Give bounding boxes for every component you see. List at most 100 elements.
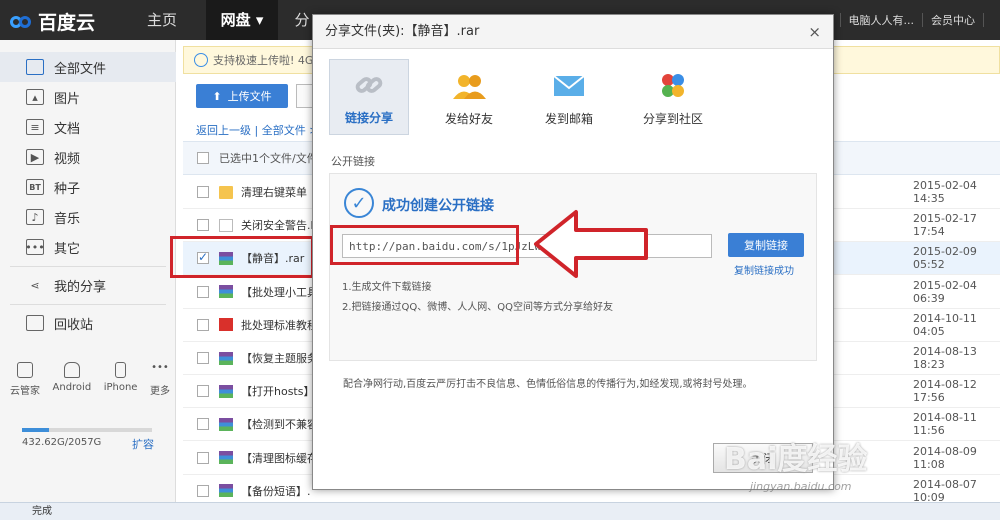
sidebar-item-other[interactable]: ••• 其它 [0, 232, 176, 262]
video-icon: ▶ [26, 149, 44, 165]
tab-label: 分享到社区 [642, 112, 703, 126]
quota-bar [22, 428, 152, 432]
tab-label: 链接分享 [344, 111, 393, 125]
pointer-arrow-icon [534, 210, 648, 278]
sidebar-item-recycle-bin[interactable]: 回收站 [0, 308, 176, 338]
sidebar-item-videos[interactable]: ▶ 视频 [0, 142, 176, 172]
cloud-logo-icon [10, 12, 34, 32]
row-checkbox[interactable] [197, 219, 209, 232]
file-name[interactable]: 【检测到不兼容 [241, 416, 318, 432]
row-checkbox[interactable] [197, 451, 209, 464]
status-text: 完成 [32, 506, 52, 517]
sidebar-item-all-files[interactable]: 全部文件 [0, 52, 176, 82]
row-checkbox[interactable] [197, 484, 209, 497]
file-name[interactable]: 清理右键菜单 [241, 184, 307, 200]
breadcrumb[interactable]: 返回上一级 | 全部文件 > [196, 122, 318, 138]
document-icon: ≡ [26, 119, 44, 135]
tab-send-email[interactable]: 发到邮箱 [529, 59, 609, 135]
row-checkbox[interactable] [197, 318, 209, 331]
sidebar-item-documents[interactable]: ≡ 文档 [0, 112, 176, 142]
upload-label: 上传文件 [227, 90, 272, 103]
close-icon[interactable]: × [808, 23, 821, 41]
member-center-link[interactable]: 会员中心 [931, 12, 975, 28]
dialog-title: 分享文件(夹):【静音】.rar [313, 15, 833, 49]
row-checkbox[interactable] [197, 186, 209, 198]
row-checkbox[interactable] [197, 385, 209, 398]
success-message: 成功创建公开链接 [382, 198, 494, 214]
sidebar-item-label: 全部文件 [54, 61, 107, 77]
file-name[interactable]: 【批处理小工具 [241, 284, 318, 300]
upload-button[interactable]: ⬆ 上传文件 [196, 84, 288, 108]
rar-file-icon [219, 285, 233, 299]
select-all-checkbox[interactable] [197, 152, 209, 164]
tab-label: 发给好友 [444, 112, 493, 126]
copy-success-text: 复制链接成功 [734, 266, 794, 277]
device-label: iPhone [103, 382, 138, 393]
sidebar-divider [10, 266, 166, 267]
more-icon: ••• [25, 239, 45, 255]
row-checkbox[interactable] [197, 418, 209, 431]
device-android[interactable]: Android [53, 362, 91, 397]
phone-icon [115, 362, 127, 378]
device-label: 更多 [149, 386, 170, 397]
expand-link[interactable]: 扩容 [132, 436, 154, 452]
nav-home[interactable]: 主页 [132, 0, 192, 40]
rar-file-icon [219, 484, 233, 498]
rar-file-icon [219, 351, 233, 365]
file-name[interactable]: 【打开hosts】 [241, 383, 314, 399]
music-icon: ♪ [26, 209, 44, 225]
sidebar-divider [10, 304, 166, 305]
file-name[interactable]: 关闭安全警告.b [241, 217, 317, 233]
community-icon [656, 72, 690, 100]
sidebar-item-label: 文档 [54, 121, 81, 137]
device-links: 云管家 Android iPhone ••• 更多 [10, 362, 170, 397]
rar-file-icon [219, 417, 233, 431]
row-checkbox[interactable] [197, 285, 209, 298]
mail-icon [552, 72, 586, 100]
sidebar-item-music[interactable]: ♪ 音乐 [0, 202, 176, 232]
sidebar-item-images[interactable]: ▴ 图片 [0, 82, 176, 112]
link-icon [352, 71, 386, 99]
file-date: 2015-02-17 17:54 [913, 212, 977, 239]
trash-icon [26, 315, 44, 331]
sidebar-item-torrents[interactable]: BT 种子 [0, 172, 176, 202]
device-iphone[interactable]: iPhone [103, 362, 138, 397]
public-link-label: 公开链接 [331, 155, 375, 168]
rar-file-icon [219, 384, 233, 398]
folder-file-icon [219, 185, 233, 199]
android-icon [63, 362, 80, 378]
sidebar-item-my-shares[interactable]: ⋖ 我的分享 [0, 270, 176, 300]
sidebar-item-label: 我的分享 [54, 279, 107, 295]
top-right-menu: 电脑人人有... 会员中心 [832, 0, 1000, 40]
checkmark-icon: ✓ [344, 188, 374, 218]
watermark-logo: Bai度经验 [724, 442, 868, 477]
nav-netdisk[interactable]: 网盘 ▾ [206, 0, 278, 40]
tab-send-friends[interactable]: 发给好友 [429, 59, 509, 135]
policy-note: 配合净网行动,百度云严厉打击不良信息、色情低俗信息的传播行为,如经发现,或将封号… [343, 379, 753, 390]
tab-link-share[interactable]: 链接分享 [329, 59, 409, 135]
baidu-cloud-logo[interactable]: 百度云 [10, 8, 95, 35]
tab-share-community[interactable]: 分享到社区 [633, 59, 713, 135]
file-date: 2014-08-07 10:09 [913, 477, 977, 504]
device-more[interactable]: ••• 更多 [150, 362, 170, 397]
brand-name: 百度云 [38, 12, 96, 34]
quota-fill [22, 428, 50, 432]
copy-link-button[interactable]: 复制链接 [728, 233, 804, 257]
image-icon: ▴ [26, 89, 44, 105]
sidebar-item-label: 视频 [54, 151, 81, 167]
file-name[interactable]: 批处理标准教程 [241, 317, 318, 333]
file-name[interactable]: 【清理图标缓存 [241, 450, 318, 466]
status-bar: 完成 [0, 502, 1000, 520]
username[interactable]: 电脑人人有... [849, 12, 915, 28]
file-date: 2014-08-11 11:56 [913, 411, 977, 438]
row-checkbox[interactable] [197, 352, 209, 364]
device-pc[interactable]: 云管家 [10, 362, 40, 397]
file-date: 2015-02-04 06:39 [913, 278, 977, 305]
upload-icon: ⬆ [212, 89, 222, 103]
nav-share[interactable]: 分 [292, 0, 312, 40]
file-name[interactable]: 【备份短语】. [241, 483, 311, 499]
selection-count: 已选中1个文件/文件 [219, 152, 318, 165]
tip-line: 1.生成文件下载链接 [342, 282, 432, 293]
rar-file-icon [219, 451, 233, 465]
file-name[interactable]: 【恢复主题服务 [241, 350, 318, 366]
